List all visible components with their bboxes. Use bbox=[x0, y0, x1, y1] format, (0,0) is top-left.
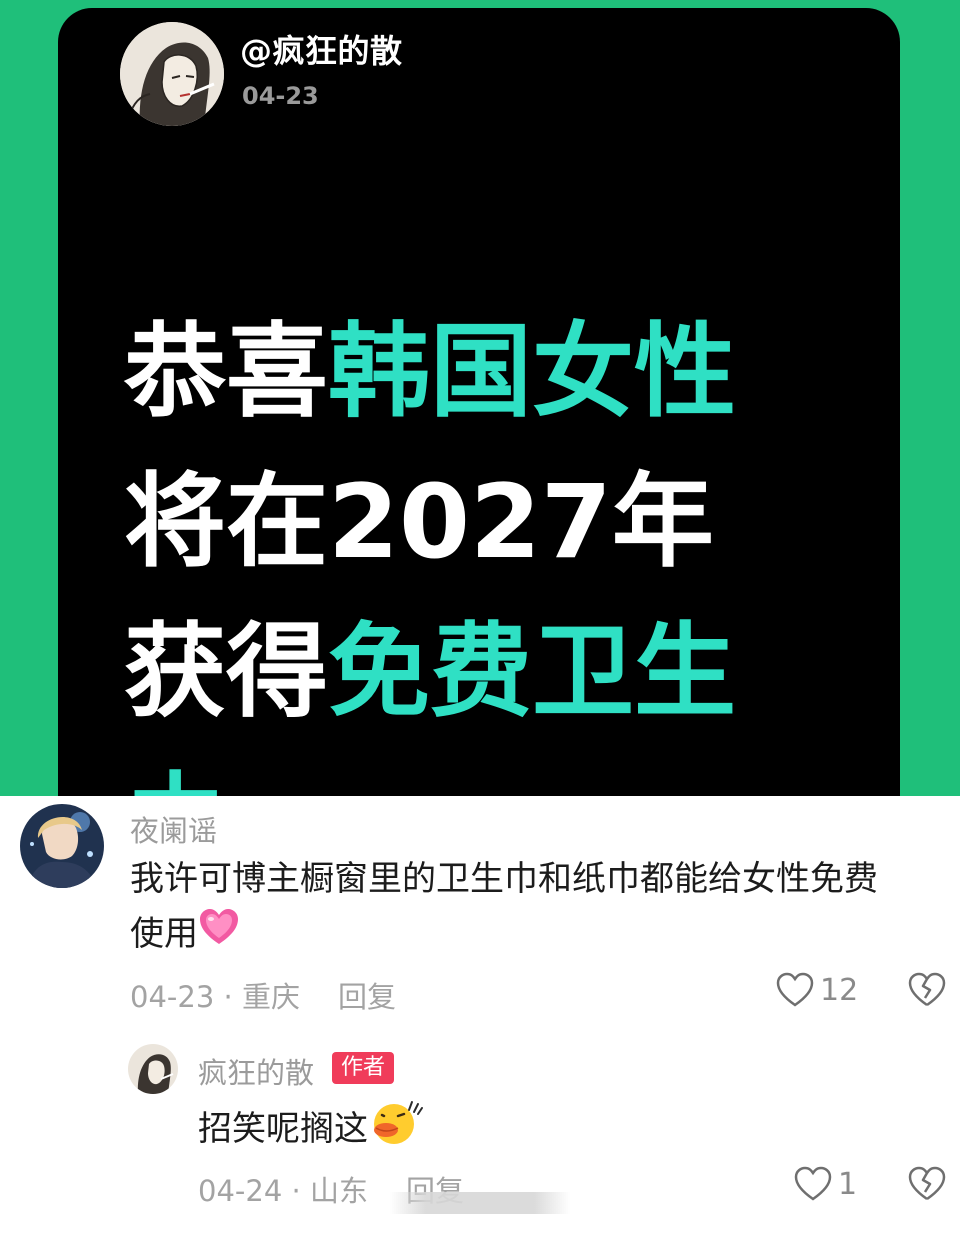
like-count: 1 bbox=[838, 1166, 858, 1202]
heart-outline-icon bbox=[794, 1166, 832, 1201]
comment-username[interactable]: 夜阑谣 bbox=[130, 808, 217, 850]
pink-heart-icon bbox=[198, 908, 240, 963]
broken-heart-icon bbox=[908, 972, 946, 1007]
comment-text-fragment: 招笑呢搁这 bbox=[198, 1109, 368, 1149]
watermark-bar bbox=[390, 1192, 570, 1214]
heart-outline-icon bbox=[776, 972, 814, 1007]
headline-highlight: 免费卫生 bbox=[328, 613, 736, 732]
headline-highlight: 巾 bbox=[124, 763, 226, 796]
broken-heart-icon bbox=[908, 1166, 946, 1201]
comment-text: 我许可博主橱窗里的卫生巾和纸巾都能给女性免费 使用 bbox=[130, 852, 940, 963]
comment-text-line: 我许可博主橱窗里的卫生巾和纸巾都能给女性免费 bbox=[130, 859, 878, 899]
commenter-avatar[interactable] bbox=[20, 804, 104, 888]
headline-line-3: 获得免费卫生 bbox=[124, 598, 736, 748]
like-count: 12 bbox=[820, 972, 859, 1008]
post-image: @疯狂的散 04-23 恭喜韩国女性 将在2027年 获得免费卫生 巾 bbox=[0, 0, 960, 796]
post-date: 04-23 bbox=[242, 82, 319, 110]
headline-text: 恭喜 bbox=[124, 313, 328, 432]
comment-date: 04-23 bbox=[130, 980, 215, 1014]
headline-text: 获得 bbox=[124, 613, 328, 732]
author-name[interactable]: @疯狂的散 bbox=[240, 26, 403, 72]
reply-button[interactable]: 回复 bbox=[338, 980, 396, 1014]
comment-date: 04-24 bbox=[198, 1174, 283, 1208]
dislike-button[interactable] bbox=[908, 972, 946, 1012]
author-avatar[interactable] bbox=[120, 22, 224, 126]
comment-location: 重庆 bbox=[241, 980, 300, 1014]
post-card: @疯狂的散 04-23 恭喜韩国女性 将在2027年 获得免费卫生 巾 bbox=[58, 8, 900, 796]
headline-text: 将在2027年 bbox=[124, 463, 714, 582]
author-badge: 作者 bbox=[332, 1052, 395, 1084]
comment-location: 山东 bbox=[309, 1174, 368, 1208]
comment-text-line: 使用 bbox=[130, 907, 940, 963]
duck-sweat-icon bbox=[368, 1098, 424, 1163]
comment-text: 招笑呢搁这 bbox=[198, 1098, 424, 1163]
headline-line-4: 巾 bbox=[124, 748, 736, 796]
separator: · bbox=[282, 1174, 310, 1208]
comment-meta: 04-23 · 重庆 回复 bbox=[130, 974, 396, 1016]
like-button[interactable]: 1 bbox=[794, 1166, 857, 1202]
comment-text-fragment: 使用 bbox=[130, 914, 198, 954]
headline: 恭喜韩国女性 将在2027年 获得免费卫生 巾 bbox=[124, 298, 736, 796]
headline-line-1: 恭喜韩国女性 bbox=[124, 298, 736, 448]
headline-highlight: 韩国女性 bbox=[328, 313, 736, 432]
dislike-button[interactable] bbox=[908, 1166, 946, 1206]
separator: · bbox=[214, 980, 242, 1014]
like-button[interactable]: 12 bbox=[776, 972, 858, 1008]
headline-line-2: 将在2027年 bbox=[124, 448, 736, 598]
reply-author-avatar[interactable] bbox=[128, 1044, 178, 1094]
comment-username[interactable]: 疯狂的散 bbox=[198, 1050, 314, 1092]
